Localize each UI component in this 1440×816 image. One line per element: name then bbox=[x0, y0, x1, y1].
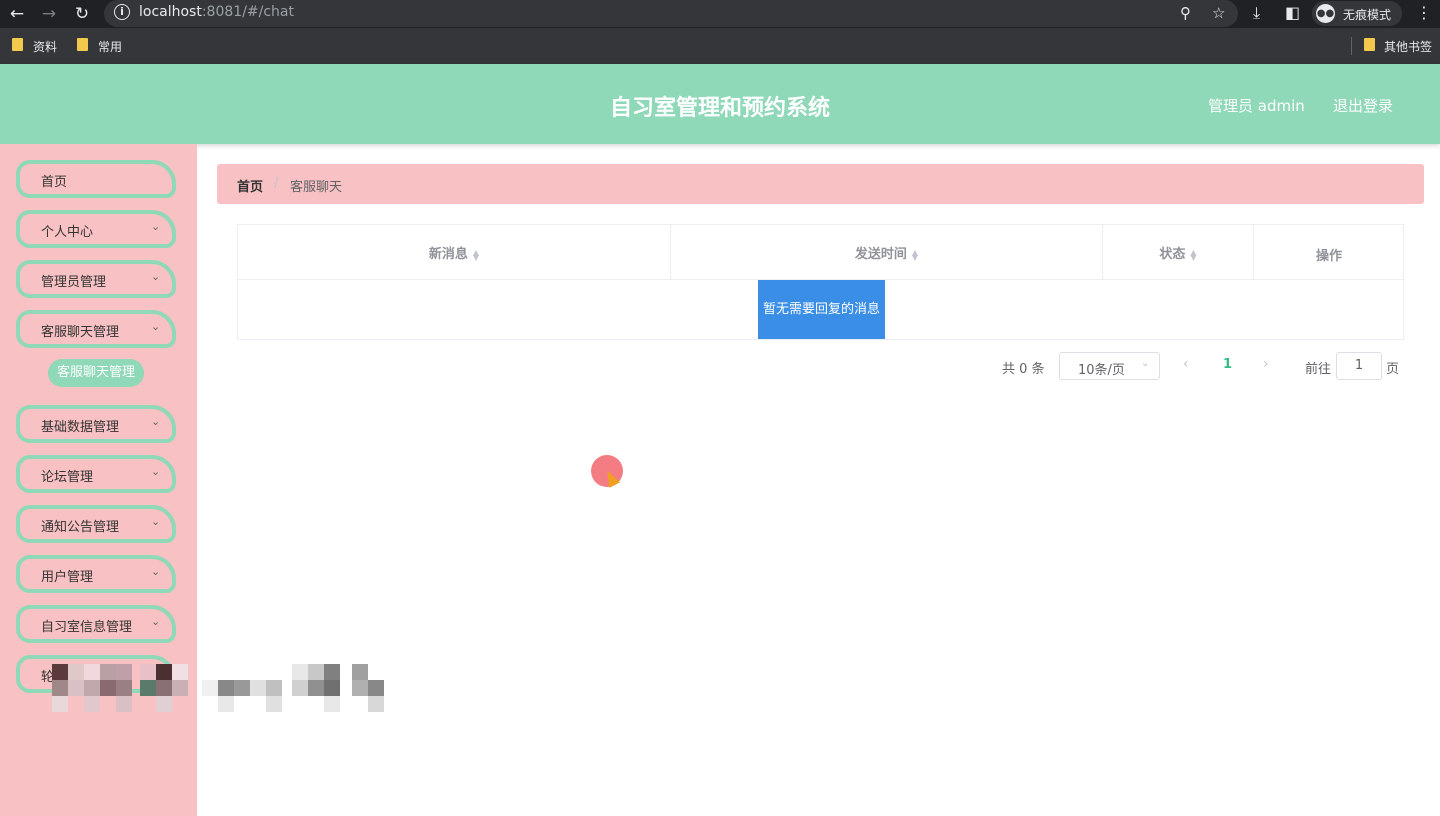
folder-icon bbox=[1364, 38, 1375, 51]
goto-page-input[interactable]: 1 bbox=[1336, 352, 1382, 380]
url-text: localhost:8081/#/chat bbox=[139, 4, 294, 20]
page-number-current[interactable]: 1 bbox=[1223, 357, 1232, 372]
sidebar-item-label: 通知公告管理 bbox=[41, 520, 120, 535]
sidebar-item-label: 个人中心 bbox=[41, 225, 94, 240]
star-icon[interactable]: ☆ bbox=[1212, 4, 1225, 22]
sidebar-item-admin-management[interactable]: 管理员管理 ⌄ bbox=[16, 260, 176, 298]
column-label: 发送时间 bbox=[854, 247, 907, 262]
pagination: 共 0 条 10条/页 ⌄ ‹ 1 › 前往 1 页 bbox=[1002, 352, 1404, 380]
sidebar-item-chat-management[interactable]: 客服聊天管理 ⌄ bbox=[16, 310, 176, 348]
chat-table: 新消息 ▲ ▼ 发送时间 ▲ ▼ 状态 ▲ ▼ 操作 暂无需要回复的消息 bbox=[237, 224, 1404, 340]
breadcrumb-current: 客服聊天 bbox=[290, 180, 343, 195]
pixelated-watermark bbox=[52, 664, 388, 714]
forward-icon[interactable]: → bbox=[38, 3, 60, 25]
app-header: 自习室管理和预约系统 管理员 admin 退出登录 bbox=[0, 64, 1440, 144]
incognito-icon: ●● bbox=[1316, 4, 1335, 23]
breadcrumb: 首页 / 客服聊天 bbox=[217, 164, 1424, 204]
folder-icon bbox=[77, 38, 88, 51]
sort-icon[interactable]: ▲ ▼ bbox=[473, 248, 479, 261]
column-label: 状态 bbox=[1159, 247, 1186, 262]
chevron-down-icon: ⌄ bbox=[151, 320, 161, 333]
chevron-down-icon: ⌄ bbox=[1141, 358, 1150, 369]
incognito-badge[interactable]: ●● 无痕模式 bbox=[1312, 1, 1402, 26]
folder-icon bbox=[12, 38, 23, 51]
chevron-down-icon: ⌄ bbox=[151, 465, 161, 478]
chevron-down-icon: ⌄ bbox=[151, 515, 161, 528]
sidebar-item-study-room[interactable]: 自习室信息管理 ⌄ bbox=[16, 605, 176, 643]
sidebar: 首页 个人中心 ⌄ 管理员管理 ⌄ 客服聊天管理 ⌄ 客服聊天管理 基础数据管理… bbox=[0, 144, 197, 816]
chevron-down-icon: ⌄ bbox=[151, 415, 161, 428]
browser-toolbar: ← → ↻ i localhost:8081/#/chat ⚲ ☆ ⤓ ◧ ●●… bbox=[0, 0, 1440, 28]
menu-dots-icon[interactable]: ⋮ bbox=[1416, 3, 1432, 23]
download-icon[interactable]: ⤓ bbox=[1253, 3, 1260, 23]
next-page-icon[interactable]: › bbox=[1263, 356, 1269, 372]
breadcrumb-home[interactable]: 首页 bbox=[237, 176, 263, 195]
sidebar-item-notice[interactable]: 通知公告管理 ⌄ bbox=[16, 505, 176, 543]
sidebar-item-personal-center[interactable]: 个人中心 ⌄ bbox=[16, 210, 176, 248]
sidebar-item-label: 自习室信息管理 bbox=[41, 620, 133, 635]
column-header-new-message[interactable]: 新消息 ▲ ▼ bbox=[238, 225, 671, 280]
sort-icon[interactable]: ▲ ▼ bbox=[912, 248, 918, 261]
sidebar-item-label: 基础数据管理 bbox=[41, 420, 120, 435]
breadcrumb-separator: / bbox=[274, 176, 279, 191]
sidebar-item-label: 客服聊天管理 bbox=[41, 325, 120, 340]
logout-button[interactable]: 退出登录 bbox=[1333, 95, 1393, 116]
sort-icon[interactable]: ▲ ▼ bbox=[1190, 248, 1196, 261]
sidebar-item-label: 首页 bbox=[41, 175, 68, 190]
sidebar-item-home[interactable]: 首页 bbox=[16, 160, 176, 198]
key-icon[interactable]: ⚲ bbox=[1180, 4, 1191, 22]
goto-label: 前往 bbox=[1305, 362, 1332, 377]
prev-page-icon[interactable]: ‹ bbox=[1183, 356, 1189, 372]
bookmark-item[interactable]: 常用 bbox=[98, 38, 122, 55]
column-label: 操作 bbox=[1315, 249, 1342, 264]
page-unit-label: 页 bbox=[1386, 362, 1400, 377]
sidebar-item-users[interactable]: 用户管理 ⌄ bbox=[16, 555, 176, 593]
sidebar-item-label: 论坛管理 bbox=[41, 470, 94, 485]
column-header-actions: 操作 bbox=[1254, 225, 1404, 280]
submenu-chat-management[interactable]: 客服聊天管理 bbox=[48, 359, 144, 387]
bookmark-divider bbox=[1351, 37, 1352, 55]
user-info: 管理员 admin bbox=[1208, 97, 1305, 115]
bookmarks-bar: 资料 常用 其他书签 bbox=[0, 28, 1440, 64]
side-panel-icon[interactable]: ◧ bbox=[1285, 3, 1300, 23]
pagination-total: 共 0 条 bbox=[1002, 362, 1045, 377]
page-size-value: 10条/页 bbox=[1078, 363, 1125, 378]
column-header-status[interactable]: 状态 ▲ ▼ bbox=[1103, 225, 1254, 280]
site-info-icon[interactable]: i bbox=[114, 4, 130, 20]
sidebar-item-label: 管理员管理 bbox=[41, 275, 107, 290]
chevron-down-icon: ⌄ bbox=[151, 615, 161, 628]
column-header-send-time[interactable]: 发送时间 ▲ ▼ bbox=[671, 225, 1103, 280]
column-label: 新消息 bbox=[428, 247, 468, 262]
page-size-select[interactable]: 10条/页 ⌄ bbox=[1059, 352, 1160, 380]
chevron-down-icon: ⌄ bbox=[151, 270, 161, 283]
sidebar-item-label: 用户管理 bbox=[41, 570, 94, 585]
other-bookmarks[interactable]: 其他书签 bbox=[1384, 38, 1432, 55]
empty-message: 暂无需要回复的消息 bbox=[758, 280, 885, 339]
chevron-down-icon: ⌄ bbox=[151, 565, 161, 578]
incognito-label: 无痕模式 bbox=[1343, 8, 1392, 22]
chevron-down-icon: ⌄ bbox=[151, 220, 161, 233]
back-icon[interactable]: ← bbox=[6, 3, 28, 25]
sidebar-item-forum[interactable]: 论坛管理 ⌄ bbox=[16, 455, 176, 493]
reload-icon[interactable]: ↻ bbox=[71, 3, 93, 25]
address-bar[interactable]: i localhost:8081/#/chat ⚲ ☆ bbox=[104, 0, 1238, 27]
bookmark-item[interactable]: 资料 bbox=[33, 38, 57, 55]
sidebar-item-basic-data[interactable]: 基础数据管理 ⌄ bbox=[16, 405, 176, 443]
